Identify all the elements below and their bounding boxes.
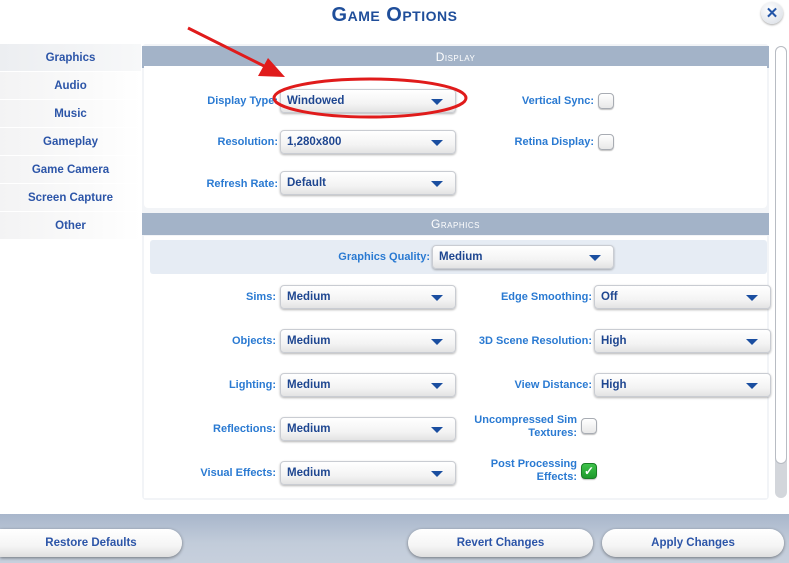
visual-effects-dropdown[interactable]: Medium xyxy=(280,461,456,485)
sidebar-item-game-camera[interactable]: Game Camera xyxy=(0,156,141,183)
edge-smoothing-label: Edge Smoothing: xyxy=(500,291,592,303)
uncompressed-textures-checkbox[interactable] xyxy=(581,418,597,434)
sidebar-item-gameplay[interactable]: Gameplay xyxy=(0,128,141,155)
visual-effects-value: Medium xyxy=(287,467,331,479)
chevron-down-icon xyxy=(431,295,443,301)
refresh-rate-label: Refresh Rate: xyxy=(206,178,278,190)
post-processing-label-line1: Post Processing xyxy=(490,458,577,470)
chevron-down-icon xyxy=(431,427,443,433)
apply-changes-button[interactable]: Apply Changes xyxy=(602,529,784,557)
chevron-down-icon xyxy=(431,471,443,477)
display-type-value: Windowed xyxy=(287,95,345,107)
lighting-label: Lighting: xyxy=(228,379,276,391)
lighting-dropdown[interactable]: Medium xyxy=(280,373,456,397)
restore-defaults-button[interactable]: Restore Defaults xyxy=(0,529,182,557)
uncompressed-textures-label-line1: Uncompressed Sim xyxy=(474,414,577,426)
scene-resolution-dropdown[interactable]: High xyxy=(594,329,771,353)
reflections-dropdown[interactable]: Medium xyxy=(280,417,456,441)
graphics-quality-value: Medium xyxy=(439,251,483,263)
graphics-section-header: Graphics xyxy=(142,213,769,235)
display-type-dropdown[interactable]: Windowed xyxy=(280,89,456,113)
refresh-rate-dropdown[interactable]: Default xyxy=(280,171,456,195)
uncompressed-textures-label: Uncompressed Sim Textures: xyxy=(444,414,577,440)
objects-label: Objects: xyxy=(231,335,276,347)
objects-value: Medium xyxy=(287,335,331,347)
sidebar-item-music[interactable]: Music xyxy=(0,100,141,127)
chevron-down-icon xyxy=(431,383,443,389)
uncompressed-textures-label-line2: Textures: xyxy=(528,427,577,439)
objects-dropdown[interactable]: Medium xyxy=(280,329,456,353)
display-section-header: Display xyxy=(142,46,769,68)
revert-changes-button[interactable]: Revert Changes xyxy=(408,529,593,557)
resolution-value: 1,280x800 xyxy=(287,136,342,148)
vertical-sync-label: Vertical Sync: xyxy=(521,95,594,107)
sims-label: Sims: xyxy=(246,291,276,303)
reflections-label: Reflections: xyxy=(213,423,276,435)
retina-display-checkbox[interactable] xyxy=(598,134,614,150)
chevron-down-icon xyxy=(431,140,443,146)
scrollbar-thumb[interactable] xyxy=(775,46,787,464)
sidebar-item-other[interactable]: Other xyxy=(0,212,141,239)
sims-value: Medium xyxy=(287,291,331,303)
retina-display-label: Retina Display: xyxy=(514,136,594,148)
graphics-section: Graphics Quality: Medium Sims: Medium Ob… xyxy=(144,236,771,498)
edge-smoothing-value: Off xyxy=(601,291,618,303)
lighting-value: Medium xyxy=(287,379,331,391)
close-button[interactable]: ✕ xyxy=(761,2,783,24)
sidebar-item-audio[interactable]: Audio xyxy=(0,72,141,99)
scene-resolution-value: High xyxy=(601,335,627,347)
view-distance-value: High xyxy=(601,379,627,391)
post-processing-label-line2: Effects: xyxy=(536,471,577,483)
display-type-label: Display Type: xyxy=(207,95,278,107)
chevron-down-icon xyxy=(431,181,443,187)
options-panel: Display Display Type: Windowed Resolutio… xyxy=(142,44,771,500)
resolution-label: Resolution: xyxy=(217,136,279,148)
graphics-quality-dropdown[interactable]: Medium xyxy=(432,245,614,269)
close-icon: ✕ xyxy=(765,4,779,22)
resolution-dropdown[interactable]: 1,280x800 xyxy=(280,130,456,154)
checkmark-icon: ✓ xyxy=(583,464,595,478)
chevron-down-icon xyxy=(746,383,758,389)
post-processing-checkbox[interactable]: ✓ xyxy=(581,463,597,479)
graphics-quality-label: Graphics Quality: xyxy=(338,251,430,263)
vertical-sync-checkbox[interactable] xyxy=(598,93,614,109)
chevron-down-icon xyxy=(431,99,443,105)
sims-dropdown[interactable]: Medium xyxy=(280,285,456,309)
view-distance-dropdown[interactable]: High xyxy=(594,373,771,397)
view-distance-label: View Distance: xyxy=(514,379,592,391)
footer-bar: Restore Defaults Revert Changes Apply Ch… xyxy=(0,514,789,563)
reflections-value: Medium xyxy=(287,423,331,435)
chevron-down-icon xyxy=(589,255,601,261)
chevron-down-icon xyxy=(431,339,443,345)
sidebar-item-screen-capture[interactable]: Screen Capture xyxy=(0,184,141,211)
page-title: Game Options xyxy=(331,4,458,26)
visual-effects-label: Visual Effects: xyxy=(200,467,276,479)
chevron-down-icon xyxy=(746,295,758,301)
scene-resolution-label: 3D Scene Resolution: xyxy=(478,335,592,347)
chevron-down-icon xyxy=(746,339,758,345)
sidebar-item-graphics[interactable]: Graphics xyxy=(0,44,141,71)
edge-smoothing-dropdown[interactable]: Off xyxy=(594,285,771,309)
scrollbar-track[interactable] xyxy=(775,46,787,498)
refresh-rate-value: Default xyxy=(287,177,326,189)
sidebar: Graphics Audio Music Gameplay Game Camer… xyxy=(0,44,141,240)
post-processing-label: Post Processing Effects: xyxy=(444,458,577,484)
graphics-quality-row: Graphics Quality: Medium xyxy=(150,240,767,274)
display-section: Display Type: Windowed Resolution: 1,280… xyxy=(144,66,767,208)
